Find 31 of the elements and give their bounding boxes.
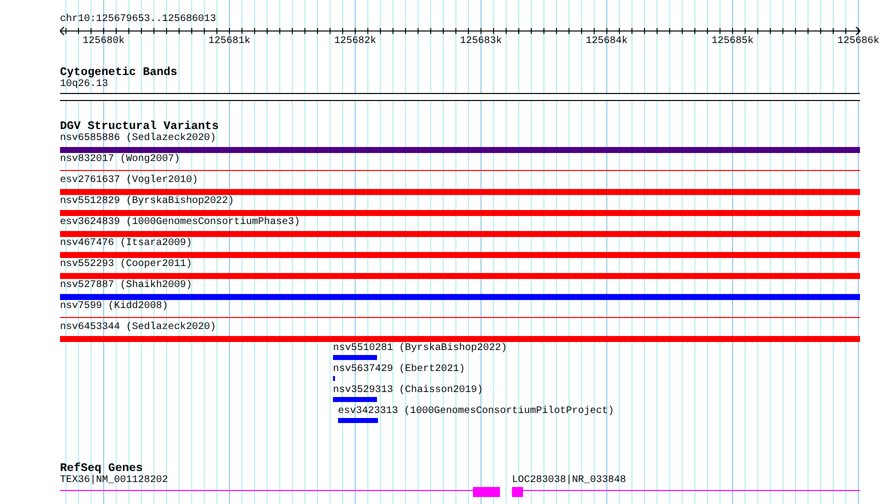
variant-label: nsv6453344 (Sedlazeck2020) (60, 322, 216, 334)
tick-label: 125683k (460, 36, 502, 48)
variant-label: esv3624839 (1000GenomesConsortiumPhase3) (60, 217, 300, 229)
variant-label: nsv7599 (Kidd2008) (60, 301, 168, 313)
variant-bar[interactable] (332, 376, 335, 381)
gene-label: LOC283038|NR_033848 (512, 475, 626, 487)
gene-label: TEX36|NM_001128202 (60, 475, 168, 487)
gene-model[interactable] (60, 487, 500, 497)
variant-label: nsv832017 (Wong2007) (60, 154, 180, 166)
variant-label: nsv527887 (Shaikh2009) (60, 280, 192, 292)
tick-label: 125682k (334, 36, 376, 48)
track-title: Cytogenetic Bands (60, 67, 178, 79)
gene-model[interactable] (511, 487, 860, 497)
tick-label: 125681k (208, 36, 250, 48)
variant-label: nsv467476 (Itsara2009) (60, 238, 192, 250)
track-title: RefSeq Genes (60, 463, 143, 475)
region-label: chr10:125679653..125686013 (60, 14, 218, 26)
tick-label: 125685k (712, 36, 754, 48)
variant-label: nsv5510281 (ByrskaBishop2022) (332, 343, 507, 355)
tick-label: 125684k (586, 36, 628, 48)
tick-label: 125680k (82, 36, 125, 48)
variant-label: esv2761637 (Vogler2010) (60, 175, 198, 187)
track-title: DGV Structural Variants (60, 121, 220, 133)
variant-label: nsv5512829 (ByrskaBishop2022) (60, 196, 234, 208)
variant-label: nsv5637429 (Ebert2021) (332, 364, 465, 376)
variant-label: nsv552293 (Cooper2011) (60, 259, 192, 271)
band-label: 10q26.13 (60, 79, 110, 91)
variant-label: esv3423313 (1000GenomesConsortiumPilotProject) (338, 406, 614, 418)
variant-label: nsv6585886 (Sedlazeck2020) (60, 133, 216, 145)
variant-label: nsv3529313 (Chaisson2019) (332, 385, 483, 397)
tick-label: 125686k (837, 36, 880, 48)
